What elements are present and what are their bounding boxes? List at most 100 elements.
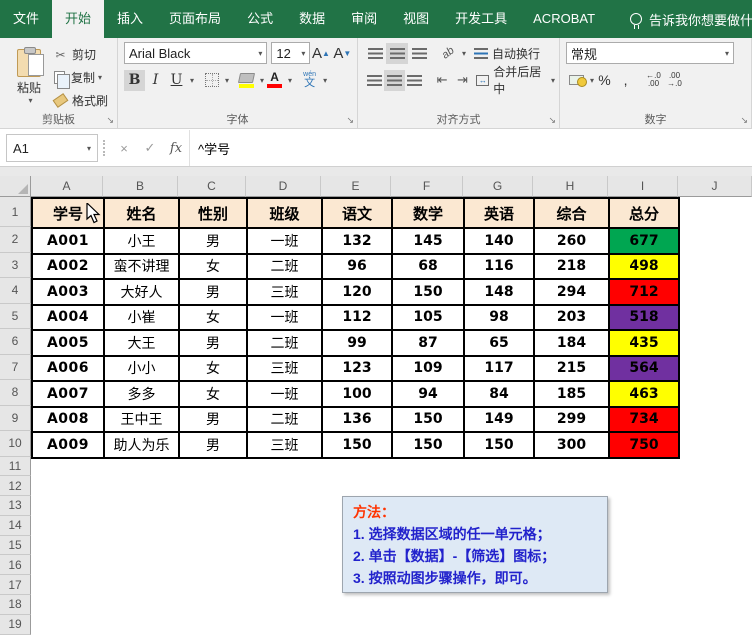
table-cell[interactable]: A001 xyxy=(32,228,104,254)
column-header-F[interactable]: F xyxy=(391,176,463,197)
method-note-box[interactable]: 方法： 1. 选择数据区域的任一单元格；2. 单击【数据】-【筛选】图标；3. … xyxy=(342,496,608,593)
header-cell[interactable]: 语文 xyxy=(322,198,392,228)
column-header-D[interactable]: D xyxy=(246,176,321,197)
cancel-icon[interactable]: × xyxy=(111,130,137,166)
header-cell[interactable]: 性别 xyxy=(179,198,247,228)
paste-button[interactable]: 粘贴 ▾ xyxy=(6,42,52,112)
total-score-cell[interactable]: 734 xyxy=(609,407,679,433)
table-cell[interactable]: 94 xyxy=(392,381,464,407)
select-all-corner[interactable] xyxy=(0,176,31,197)
borders-button[interactable] xyxy=(201,70,222,91)
table-cell[interactable]: 蛮不讲理 xyxy=(104,254,179,280)
tab-developer[interactable]: 开发工具 xyxy=(442,0,520,38)
column-header-H[interactable]: H xyxy=(533,176,608,197)
column-header-B[interactable]: B xyxy=(103,176,178,197)
format-painter-button[interactable]: 格式刷 xyxy=(52,91,108,110)
row-header-13[interactable]: 13 xyxy=(0,496,31,516)
table-cell[interactable]: 二班 xyxy=(247,407,322,433)
fill-color-button[interactable] xyxy=(236,70,257,91)
table-cell[interactable]: 68 xyxy=(392,254,464,280)
table-cell[interactable]: 三班 xyxy=(247,279,322,305)
row-header-2[interactable]: 2 xyxy=(0,227,31,253)
tab-acrobat[interactable]: ACROBAT xyxy=(520,0,608,38)
font-size-select[interactable]: 12 ▾ xyxy=(271,42,310,64)
table-cell[interactable]: 男 xyxy=(179,330,247,356)
table-cell[interactable]: 218 xyxy=(534,254,609,280)
row-header-16[interactable]: 16 xyxy=(0,555,31,575)
table-cell[interactable]: 助人为乐 xyxy=(104,432,179,458)
orientation-button[interactable]: ab xyxy=(437,43,459,64)
align-middle-button[interactable] xyxy=(386,43,408,64)
table-cell[interactable]: 男 xyxy=(179,228,247,254)
table-cell[interactable]: 王中王 xyxy=(104,407,179,433)
shrink-font-button[interactable]: A▼ xyxy=(332,43,353,64)
table-cell[interactable]: 116 xyxy=(464,254,534,280)
total-score-cell[interactable]: 712 xyxy=(609,279,679,305)
table-cell[interactable]: 小王 xyxy=(104,228,179,254)
table-cell[interactable]: 117 xyxy=(464,356,534,382)
table-cell[interactable]: 98 xyxy=(464,305,534,331)
table-cell[interactable]: A009 xyxy=(32,432,104,458)
increase-decimal-button[interactable]: ←.0.00 xyxy=(643,70,664,91)
table-cell[interactable]: 150 xyxy=(322,432,392,458)
cut-button[interactable]: ✂ 剪切 xyxy=(52,45,108,64)
row-header-6[interactable]: 6 xyxy=(0,329,31,355)
column-header-J[interactable]: J xyxy=(678,176,752,197)
table-cell[interactable]: 215 xyxy=(534,356,609,382)
table-cell[interactable]: 99 xyxy=(322,330,392,356)
table-cell[interactable]: A006 xyxy=(32,356,104,382)
insert-function-icon[interactable]: fx xyxy=(163,130,189,166)
name-box[interactable]: A1 ▾ xyxy=(6,134,98,162)
table-cell[interactable]: 一班 xyxy=(247,228,322,254)
tab-page-layout[interactable]: 页面布局 xyxy=(156,0,234,38)
italic-button[interactable]: I xyxy=(145,70,166,91)
table-cell[interactable]: 男 xyxy=(179,279,247,305)
row-header-9[interactable]: 9 xyxy=(0,406,31,432)
header-cell[interactable]: 班级 xyxy=(247,198,322,228)
table-cell[interactable]: 150 xyxy=(392,279,464,305)
align-top-button[interactable] xyxy=(364,43,386,64)
table-cell[interactable]: 三班 xyxy=(247,432,322,458)
header-cell[interactable]: 总分 xyxy=(609,198,679,228)
header-cell[interactable]: 综合 xyxy=(534,198,609,228)
row-header-18[interactable]: 18 xyxy=(0,595,31,615)
row-header-4[interactable]: 4 xyxy=(0,278,31,304)
row-header-5[interactable]: 5 xyxy=(0,304,31,330)
enter-icon[interactable]: ✓ xyxy=(137,130,163,166)
table-cell[interactable]: 132 xyxy=(322,228,392,254)
tab-formulas[interactable]: 公式 xyxy=(234,0,286,38)
table-cell[interactable]: 150 xyxy=(464,432,534,458)
decrease-indent-button[interactable]: ⇤ xyxy=(432,70,452,91)
table-cell[interactable]: 185 xyxy=(534,381,609,407)
table-cell[interactable]: 96 xyxy=(322,254,392,280)
table-cell[interactable]: 大好人 xyxy=(104,279,179,305)
formula-input[interactable]: ^学号 xyxy=(189,130,752,166)
table-cell[interactable]: 100 xyxy=(322,381,392,407)
table-cell[interactable]: 二班 xyxy=(247,330,322,356)
table-cell[interactable]: 203 xyxy=(534,305,609,331)
table-cell[interactable]: 150 xyxy=(392,432,464,458)
table-cell[interactable]: 300 xyxy=(534,432,609,458)
header-cell[interactable]: 数学 xyxy=(392,198,464,228)
total-score-cell[interactable]: 498 xyxy=(609,254,679,280)
underline-button[interactable]: U xyxy=(166,70,187,91)
tell-me-button[interactable]: 告诉我你想要做什么 xyxy=(630,0,752,38)
table-cell[interactable]: 小小 xyxy=(104,356,179,382)
percent-style-button[interactable]: % xyxy=(594,70,615,91)
phonetic-guide-button[interactable]: wén 文 xyxy=(299,70,320,91)
total-score-cell[interactable]: 435 xyxy=(609,330,679,356)
table-cell[interactable]: 一班 xyxy=(247,381,322,407)
table-cell[interactable]: 148 xyxy=(464,279,534,305)
table-cell[interactable]: 大王 xyxy=(104,330,179,356)
align-right-button[interactable] xyxy=(405,70,425,91)
table-cell[interactable]: 136 xyxy=(322,407,392,433)
table-cell[interactable]: 294 xyxy=(534,279,609,305)
tab-insert[interactable]: 插入 xyxy=(104,0,156,38)
font-name-select[interactable]: Arial Black ▾ xyxy=(124,42,267,64)
table-cell[interactable]: A004 xyxy=(32,305,104,331)
table-cell[interactable]: A008 xyxy=(32,407,104,433)
number-format-select[interactable]: 常规 ▾ xyxy=(566,42,734,64)
table-cell[interactable]: 小崔 xyxy=(104,305,179,331)
row-header-14[interactable]: 14 xyxy=(0,516,31,536)
align-left-button[interactable] xyxy=(364,70,384,91)
